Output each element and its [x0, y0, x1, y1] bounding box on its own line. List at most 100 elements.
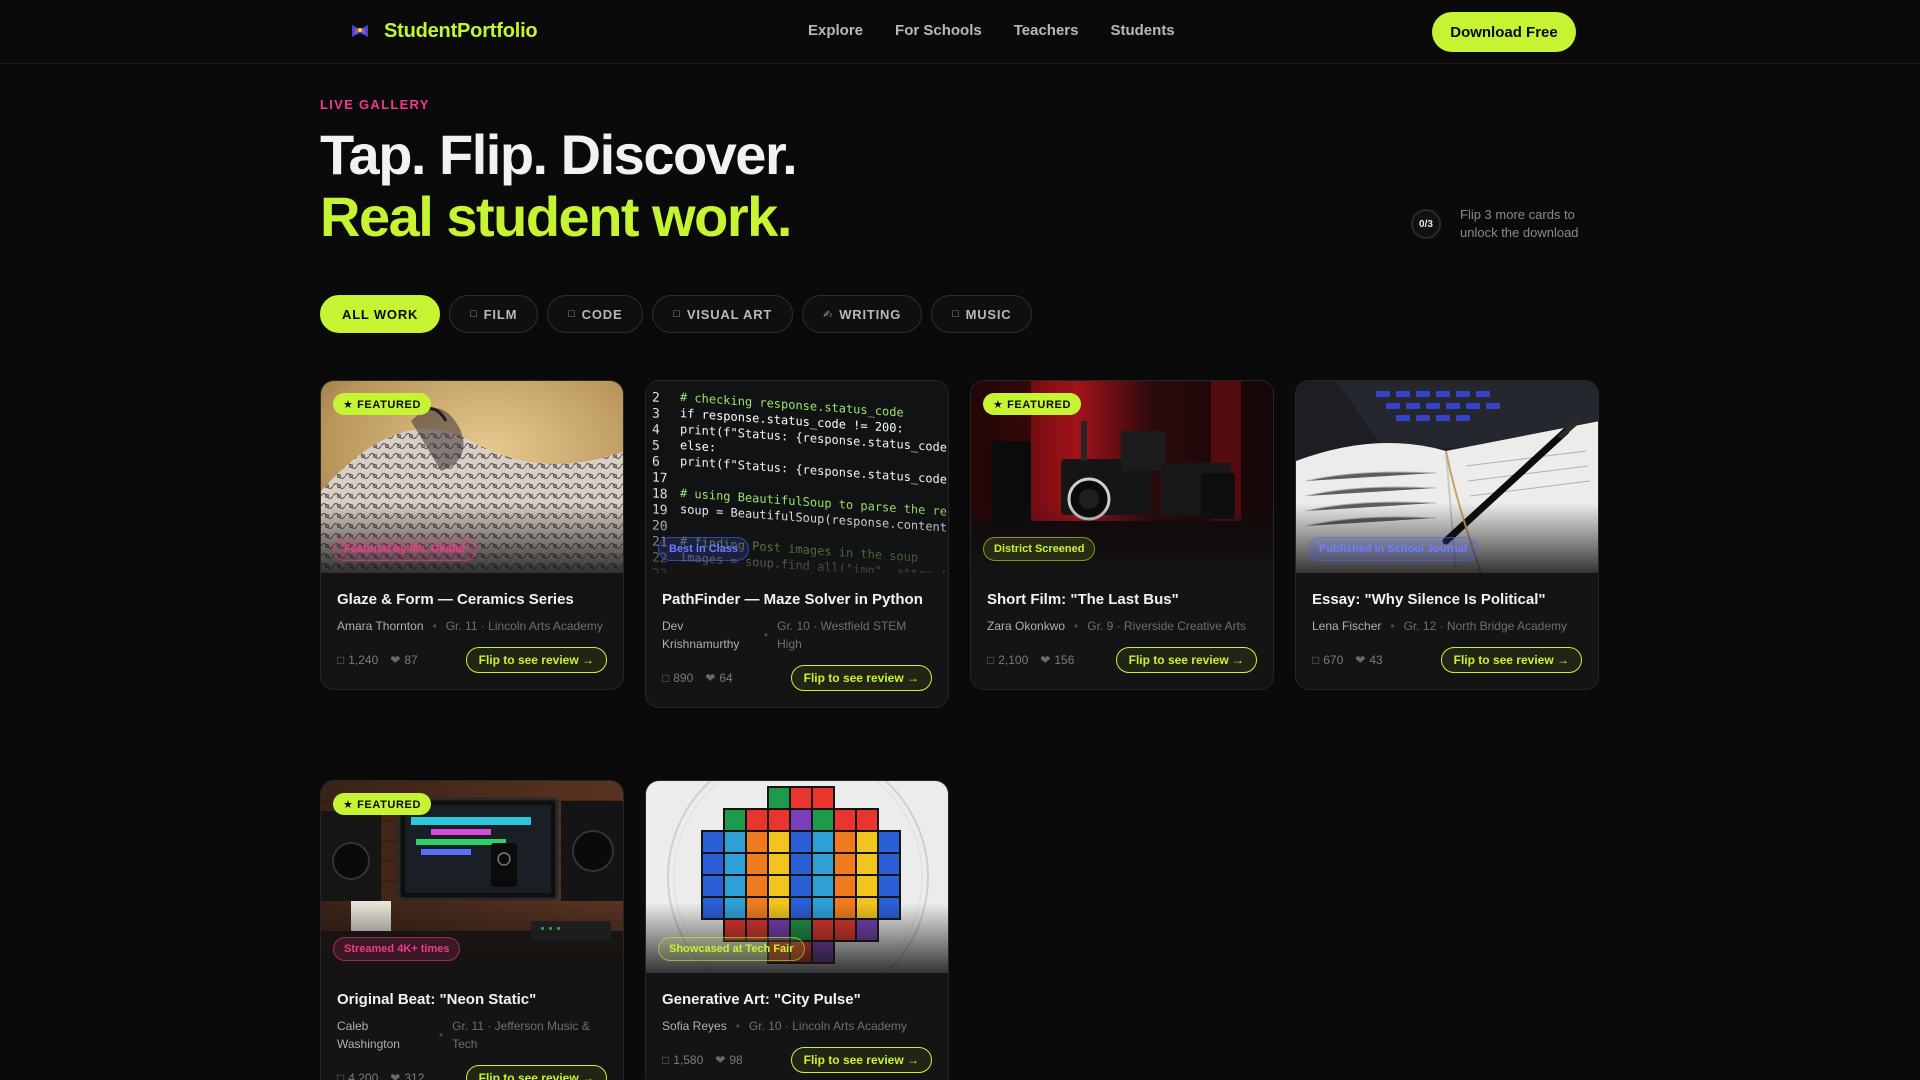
nav-link-for-schools[interactable]: For Schools: [895, 22, 982, 39]
writing-icon: ✍: [823, 308, 834, 321]
card-body: Short Film: "The Last Bus" Zara Okonkwo …: [971, 573, 1273, 689]
views-stat: □ 1,580: [662, 1053, 703, 1067]
card-stats: □ 2,100 ❤ 156: [987, 653, 1074, 667]
portfolio-card-essay[interactable]: Published in School Journal Essay: "Why …: [1295, 380, 1599, 690]
flip-review-button[interactable]: Flip to see review →: [465, 647, 607, 673]
award-badge: Best in Class: [658, 537, 750, 561]
card-school: Gr. 10 · Westfield STEM High: [777, 619, 907, 651]
flip-review-button[interactable]: Flip to see review →: [465, 1065, 607, 1080]
card-meta: Amara Thornton • Gr. 11 · Lincoln Arts A…: [337, 617, 607, 635]
views-stat: □ 890: [662, 671, 693, 685]
code-icon: □: [568, 308, 576, 320]
filter-visual-art[interactable]: □ VISUAL ART: [652, 295, 794, 333]
card-thumbnail: Published in School Journal: [1296, 381, 1598, 573]
heart-icon: ❤: [390, 1071, 401, 1080]
mosaic-tile: [701, 874, 725, 898]
filter-label: FILM: [483, 306, 518, 322]
likes-stat: ❤ 43: [1355, 653, 1382, 667]
flip-review-button[interactable]: Flip to see review →: [790, 1047, 932, 1073]
filter-music[interactable]: □ MUSIC: [931, 295, 1033, 333]
portfolio-card-generative-art[interactable]: Showcased at Tech Fair Generative Art: "…: [645, 780, 949, 1080]
card-author: Sofia Reyes: [662, 1019, 727, 1033]
filter-film[interactable]: □ FILM: [449, 295, 539, 333]
nav-link-students[interactable]: Students: [1110, 22, 1174, 39]
eye-icon: □: [337, 1071, 345, 1080]
meta-separator: •: [735, 1019, 740, 1033]
card-author: Dev Krishnamurthy: [662, 619, 740, 651]
views-count: 670: [1323, 653, 1344, 667]
card-author: Zara Okonkwo: [987, 619, 1066, 633]
flip-review-button[interactable]: Flip to see review →: [1440, 647, 1582, 673]
likes-count: 43: [1369, 653, 1383, 667]
filter-code[interactable]: □ CODE: [547, 295, 644, 333]
nav-link-teachers[interactable]: Teachers: [1014, 22, 1079, 39]
filter-label: WRITING: [839, 306, 902, 322]
meta-separator: •: [438, 1028, 444, 1042]
card-stats: □ 1,580 ❤ 98: [662, 1053, 743, 1067]
card-school: Gr. 11 · Jefferson Music & Tech: [452, 1019, 590, 1051]
card-footer: □ 890 ❤ 64 Flip to see review →: [662, 665, 932, 691]
film-icon: □: [470, 308, 478, 320]
mosaic-tile: [855, 852, 879, 876]
unlock-progress: 0/3 Flip 3 more cards to unlock the down…: [1411, 206, 1590, 242]
mosaic-tile: [723, 830, 747, 854]
nav-links: Explore For Schools Teachers Students: [808, 22, 1175, 39]
card-author: Caleb Washington: [337, 1019, 400, 1051]
card-stats: □ 670 ❤ 43: [1312, 653, 1383, 667]
views-count: 2,100: [998, 653, 1029, 667]
mosaic-tile: [745, 808, 769, 832]
hero-line-1: Tap. Flip. Discover.: [320, 123, 798, 186]
mosaic-tile: [789, 786, 813, 810]
flip-review-button[interactable]: Flip to see review →: [790, 665, 932, 691]
likes-stat: ❤ 156: [1040, 653, 1074, 667]
award-badge: Showcased at Tech Fair: [658, 937, 805, 961]
card-body: Essay: "Why Silence Is Political" Lena F…: [1296, 573, 1598, 689]
portfolio-card-pathfinder[interactable]: 2345617181920212223 # checking response.…: [645, 380, 949, 708]
mosaic-tile: [701, 852, 725, 876]
mosaic-tile: [767, 830, 791, 854]
code-line-number: 17: [652, 470, 668, 486]
code-line: else:: [680, 438, 716, 455]
card-title: Original Beat: "Neon Static": [337, 991, 537, 1008]
download-free-button[interactable]: Download Free: [1432, 12, 1576, 52]
featured-badge: ★ FEATURED: [333, 793, 431, 815]
card-stats: □ 4,200 ❤ 312: [337, 1071, 424, 1080]
hero-line-2: Real student work.: [320, 185, 792, 248]
flip-review-button[interactable]: Flip to see review →: [1115, 647, 1257, 673]
mosaic-tile: [855, 830, 879, 854]
filter-label: CODE: [581, 306, 623, 322]
card-meta: Dev Krishnamurthy • Gr. 10 · Westfield S…: [662, 617, 932, 653]
mosaic-tile: [745, 852, 769, 876]
meta-separator: •: [763, 628, 769, 642]
card-school: Gr. 12 · North Bridge Academy: [1403, 619, 1567, 633]
award-badge: Featured by Ms. Okafor: [333, 537, 478, 561]
mosaic-tile: [833, 808, 857, 832]
meta-separator: •: [1074, 619, 1079, 633]
mosaic-tile: [877, 874, 901, 898]
views-stat: □ 1,240: [337, 653, 378, 667]
featured-badge: ★ FEATURED: [983, 393, 1081, 415]
views-stat: □ 4,200: [337, 1071, 378, 1080]
card-footer: □ 670 ❤ 43 Flip to see review →: [1312, 647, 1582, 673]
likes-count: 312: [404, 1071, 425, 1080]
card-footer: □ 1,240 ❤ 87 Flip to see review →: [337, 647, 607, 673]
card-thumbnail: ★ FEATURED District Screened: [971, 381, 1273, 573]
heart-icon: ❤: [705, 671, 716, 685]
nav-link-explore[interactable]: Explore: [808, 22, 863, 39]
mosaic-tile: [789, 808, 813, 832]
code-line-number: 6: [652, 454, 660, 470]
mosaic-tile: [811, 808, 835, 832]
portfolio-card-original-beat[interactable]: ★ FEATURED Streamed 4K+ times Original B…: [320, 780, 624, 1080]
card-author: Lena Fischer: [1312, 619, 1382, 633]
palette-icon: [352, 25, 368, 37]
card-meta: Caleb Washington • Gr. 11 · Jefferson Mu…: [337, 1017, 607, 1053]
filter-all-work[interactable]: ALL WORK: [320, 295, 441, 333]
portfolio-card-short-film[interactable]: ★ FEATURED District Screened Short Film:…: [970, 380, 1274, 690]
portfolio-card-ceramics[interactable]: ★ FEATURED Featured by Ms. Okafor Glaze …: [320, 380, 624, 690]
filter-writing[interactable]: ✍ WRITING: [802, 295, 923, 333]
card-meta: Zara Okonkwo • Gr. 9 · Riverside Creativ…: [987, 617, 1257, 635]
hero-title: Tap. Flip. Discover. Real student work.: [320, 123, 798, 248]
eye-icon: □: [987, 653, 995, 667]
heart-icon: ❤: [715, 1053, 726, 1067]
brand-logo[interactable]: StudentPortfolio: [348, 19, 538, 43]
